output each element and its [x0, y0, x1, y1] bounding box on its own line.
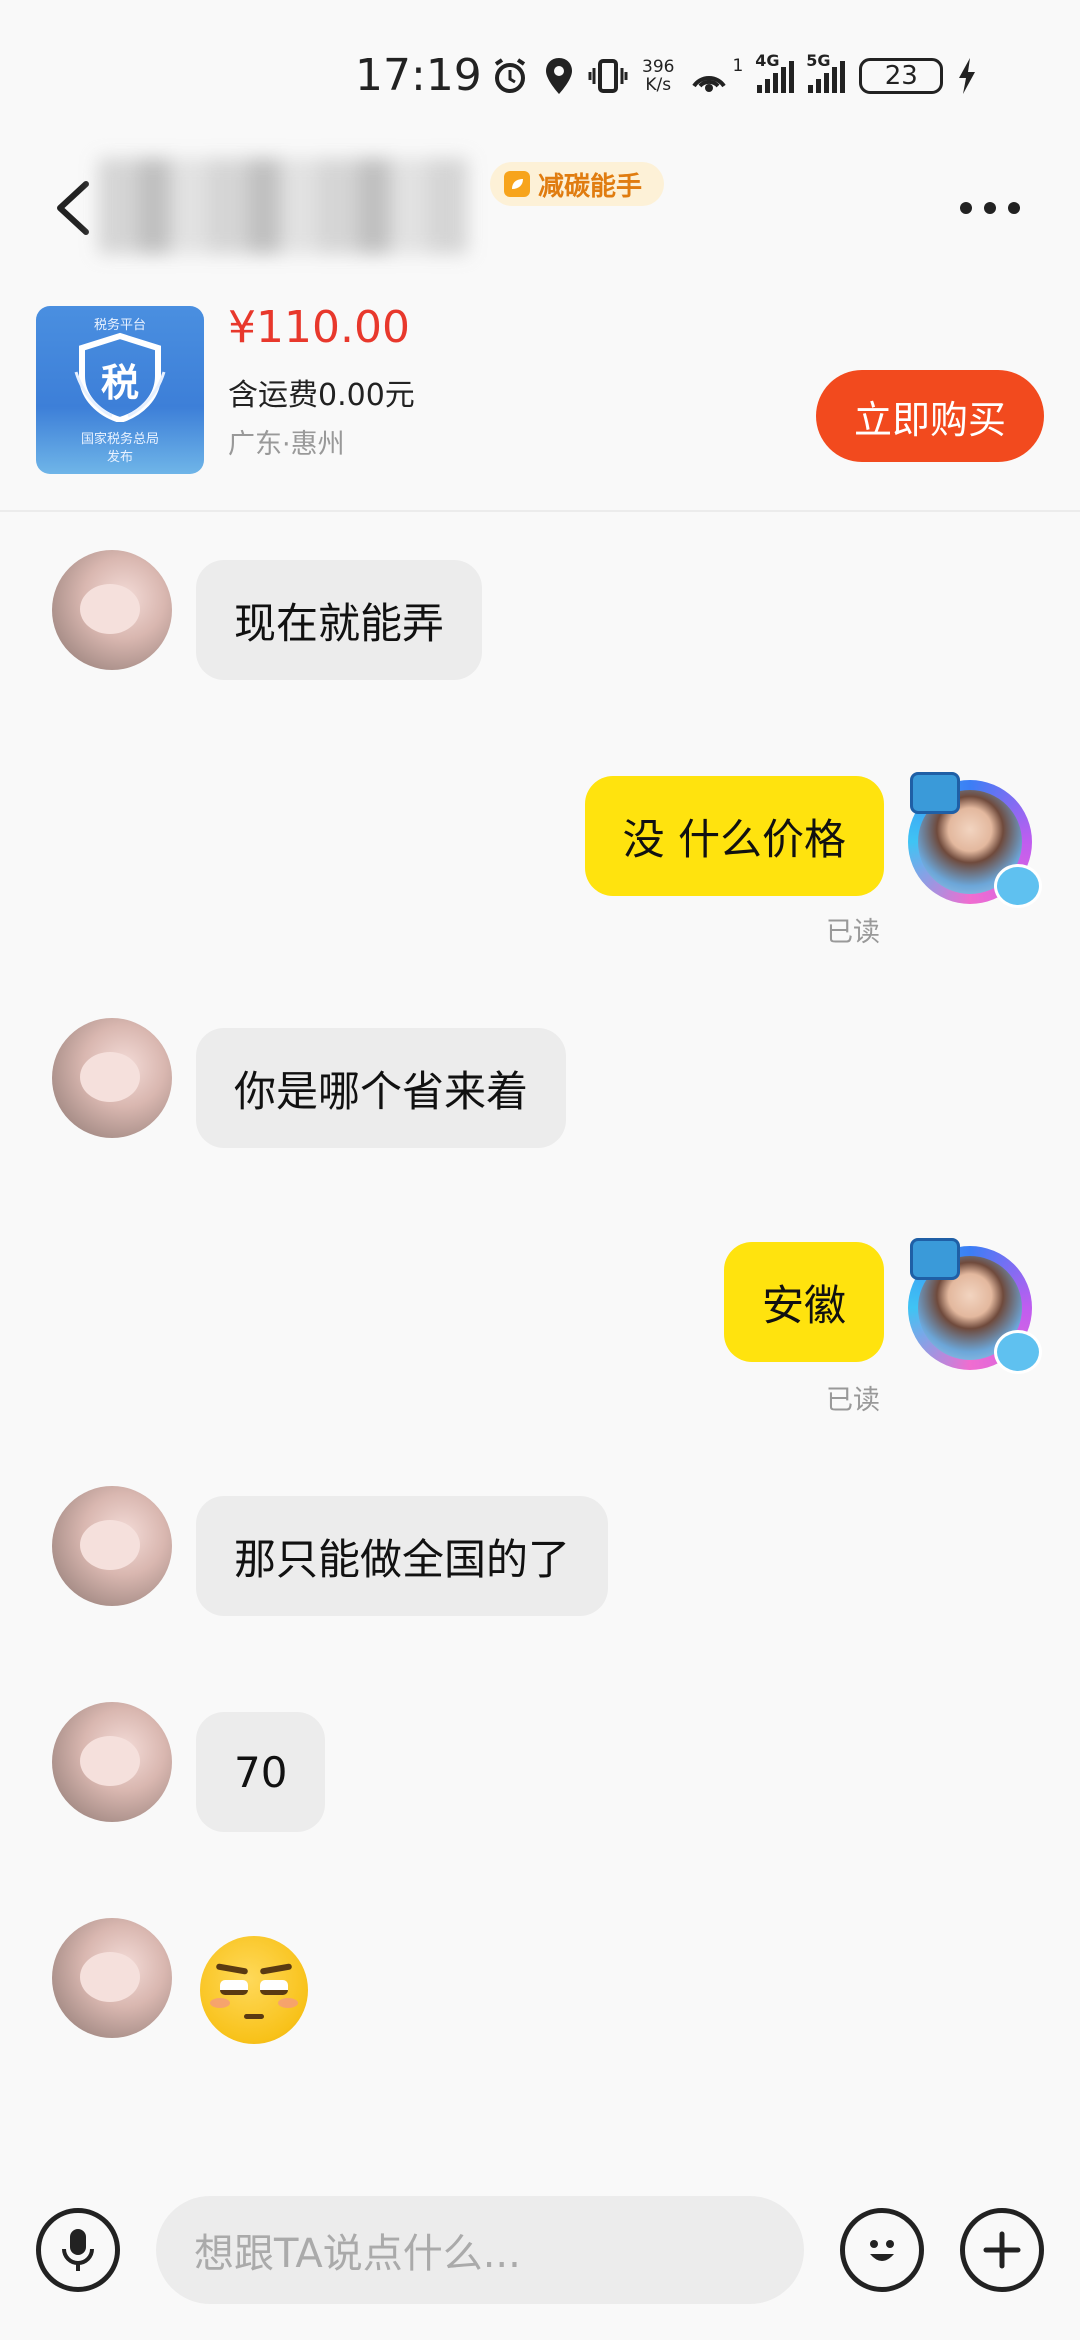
battery-level: 23	[884, 61, 918, 91]
message-row: 没 什么价格 已读	[0, 772, 1080, 952]
message-row: 70	[0, 1702, 1080, 1842]
net-speed-value: 396	[642, 57, 675, 77]
message-row: 那只能做全国的了	[0, 1486, 1080, 1626]
product-location: 广东·惠州	[228, 429, 345, 460]
my-avatar[interactable]	[902, 1238, 1042, 1374]
status-icons: 396 K/s 1 4G 5G 23	[490, 51, 977, 100]
hotspot-icon	[692, 76, 727, 92]
signal-2-label: 5G	[806, 51, 831, 70]
product-image[interactable]: 税务平台 税 国家税务总局 发布	[36, 306, 204, 474]
smile-icon	[870, 2240, 894, 2261]
product-card[interactable]: 税务平台 税 国家税务总局 发布 ¥110.00 含运费0.00元 广东·惠州 …	[0, 290, 1080, 512]
location-icon	[546, 58, 572, 94]
vibrate-icon	[588, 59, 628, 93]
net-speed-unit: K/s	[645, 75, 672, 95]
charging-icon	[959, 58, 976, 94]
message-row: 安徽 已读	[0, 1238, 1080, 1418]
message-bubble[interactable]: 70	[196, 1712, 326, 1832]
input-bar: 想跟TA说点什么...	[0, 2190, 1080, 2310]
sender-avatar[interactable]	[52, 1702, 172, 1822]
leaf-icon	[504, 171, 530, 197]
status-bar: 17:19 396 K/s 1 4G 5G 23	[0, 0, 1080, 150]
carbon-badge[interactable]: 减碳能手	[490, 162, 665, 206]
product-shipping: 含运费0.00元	[228, 378, 415, 413]
emoji-button[interactable]	[840, 2208, 924, 2292]
sender-avatar[interactable]	[52, 1918, 172, 2038]
voice-button[interactable]	[36, 2208, 120, 2292]
sender-avatar[interactable]	[52, 550, 172, 670]
read-status: 已读	[826, 1385, 880, 1416]
more-icon[interactable]	[960, 198, 1030, 218]
signal-1-label: 4G	[755, 51, 780, 70]
plus-icon	[983, 2231, 1021, 2269]
message-bubble[interactable]: 那只能做全国的了	[196, 1496, 609, 1616]
message-bubble[interactable]: 安徽	[723, 1242, 884, 1362]
message-row	[0, 1918, 1080, 2058]
message-bubble[interactable]: 现在就能弄	[196, 560, 483, 680]
chat-header: 减碳能手	[0, 150, 1080, 260]
message-row: 现在就能弄	[0, 550, 1080, 690]
microphone-icon	[62, 2229, 94, 2271]
sender-avatar[interactable]	[52, 1018, 172, 1138]
smirk-emoji[interactable]	[200, 1936, 308, 2044]
product-image-bottom-text-1: 国家税务总局	[80, 432, 159, 447]
hotspot-label: 1	[732, 56, 744, 76]
signal-icon: 4G	[755, 51, 795, 93]
my-avatar[interactable]	[902, 772, 1042, 908]
buy-now-button[interactable]: 立即购买	[816, 370, 1044, 462]
product-image-glyph: 税	[100, 361, 139, 405]
message-input[interactable]: 想跟TA说点什么...	[156, 2196, 804, 2304]
status-time: 17:19	[355, 50, 482, 101]
add-button[interactable]	[960, 2208, 1044, 2292]
alarm-icon	[494, 58, 526, 93]
net-speed: 396 K/s	[642, 58, 674, 94]
message-bubble[interactable]: 没 什么价格	[584, 776, 884, 896]
message-bubble[interactable]: 你是哪个省来着	[196, 1028, 567, 1148]
read-status: 已读	[826, 917, 880, 948]
contact-name-redacted	[98, 158, 468, 254]
message-row: 你是哪个省来着	[0, 1018, 1080, 1158]
sender-avatar[interactable]	[52, 1486, 172, 1606]
badge-label: 减碳能手	[538, 171, 643, 202]
product-image-bottom-text-2: 发布	[106, 450, 133, 465]
product-price: ¥110.00	[228, 302, 410, 353]
signal-icon: 5G	[806, 51, 846, 93]
back-icon[interactable]	[48, 178, 98, 238]
battery-icon: 23	[859, 58, 944, 94]
product-image-top-text: 税务平台	[93, 318, 146, 333]
